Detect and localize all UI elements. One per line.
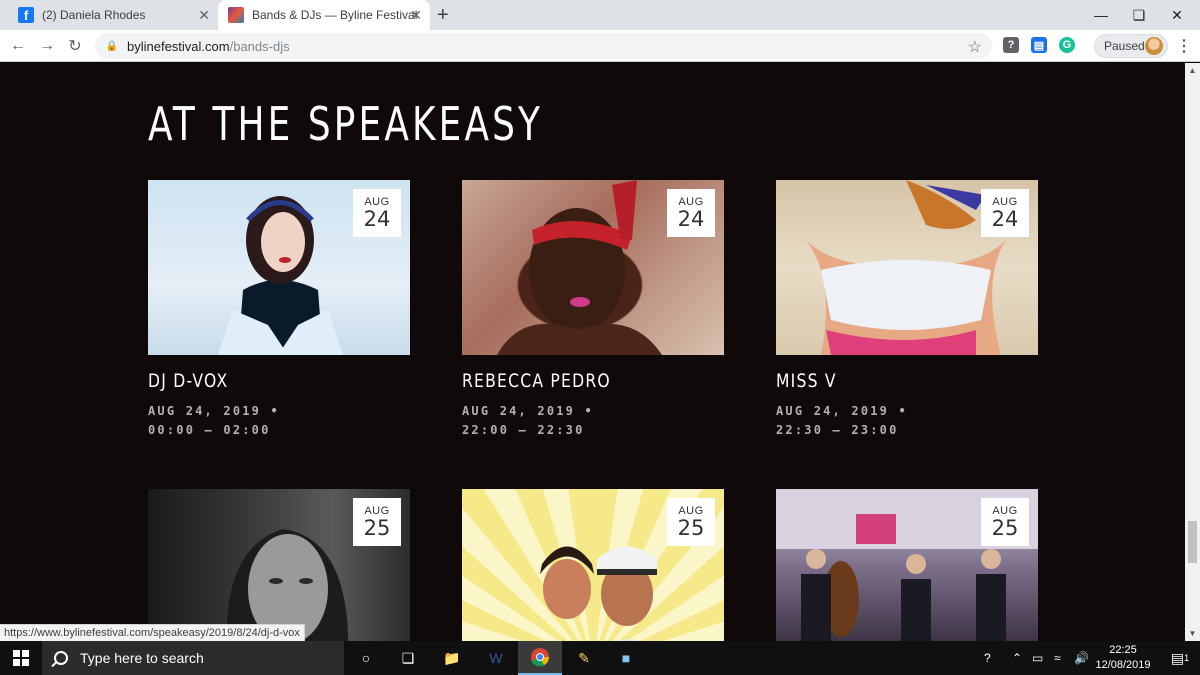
event-time: 22:00 – 22:30 <box>462 423 585 437</box>
facebook-icon: f <box>18 7 34 23</box>
date-badge: AUG 24 <box>667 189 715 237</box>
event-name[interactable]: DJ D-VOX <box>148 370 363 392</box>
event-image[interactable]: AUG 24 <box>776 180 1038 355</box>
date-badge-day: 25 <box>991 516 1019 540</box>
browser-toolbar: ← → ↻ 🔒 bylinefestival.com/bands-djs ☆ ?… <box>0 30 1200 62</box>
date-badge-day: 24 <box>677 207 705 231</box>
help-extension-icon[interactable]: ? <box>1003 37 1019 53</box>
page-content: AT THE SPEAKEASY AUG 24 DJ D-VOX AUG 24,… <box>0 63 1185 641</box>
event-meta: AUG 24, 2019 • 22:00 – 22:30 <box>462 402 724 440</box>
back-button[interactable]: ← <box>7 35 29 57</box>
task-view-icon[interactable]: ❏ <box>386 641 430 675</box>
event-card[interactable]: AUG 25 <box>148 489 410 641</box>
action-center-icon[interactable]: ▤ 1 <box>1160 641 1200 675</box>
reload-button[interactable]: ↻ <box>64 35 86 57</box>
tab-facebook[interactable]: f (2) Daniela Rhodes ✕ <box>0 0 218 30</box>
cortana-icon[interactable]: ○ <box>344 641 388 675</box>
event-card[interactable]: AUG 24 MISS V AUG 24, 2019 • 22:30 – 23:… <box>776 180 1038 440</box>
chrome-logo-icon <box>531 648 550 667</box>
event-image[interactable]: AUG 24 <box>148 180 410 355</box>
tab-strip: f (2) Daniela Rhodes ✕ Bands & DJs — Byl… <box>0 0 1200 30</box>
chrome-icon[interactable] <box>518 641 562 675</box>
profile-button[interactable]: Paused <box>1094 34 1168 58</box>
wifi-icon[interactable]: ≈ <box>1054 641 1061 675</box>
event-date: AUG 24, 2019 • <box>462 404 594 418</box>
profile-status: Paused <box>1104 39 1145 53</box>
forward-button[interactable]: → <box>36 35 58 57</box>
url-host: bylinefestival.com <box>127 38 230 54</box>
event-image[interactable]: AUG 25 <box>462 489 724 641</box>
windows-logo-icon <box>13 650 29 666</box>
tab-byline-festival[interactable]: Bands & DJs — Byline Festival ✕ <box>218 0 430 30</box>
show-hidden-icons-icon[interactable]: ⌃ <box>1012 641 1022 675</box>
url-path: /bands-djs <box>229 38 290 54</box>
clock-date: 12/08/2019 <box>1095 659 1151 671</box>
close-tab-icon[interactable]: ✕ <box>198 7 210 23</box>
avatar <box>1145 37 1163 55</box>
address-bar[interactable]: 🔒 bylinefestival.com/bands-djs ☆ <box>95 33 992 59</box>
date-badge-day: 24 <box>991 207 1019 231</box>
taskbar-search-box[interactable]: Type here to search <box>42 641 344 675</box>
start-button[interactable] <box>0 641 42 675</box>
date-badge: AUG 25 <box>353 498 401 546</box>
event-name[interactable]: REBECCA PEDRO <box>462 370 677 392</box>
event-image[interactable]: AUG 24 <box>462 180 724 355</box>
close-tab-icon[interactable]: ✕ <box>410 7 422 23</box>
scroll-thumb[interactable] <box>1188 521 1197 563</box>
date-badge-day: 24 <box>363 207 391 231</box>
tab-title: Bands & DJs — Byline Festival <box>252 8 418 22</box>
new-tab-button[interactable]: + <box>437 5 449 25</box>
bookmark-star-icon[interactable]: ☆ <box>968 37 982 57</box>
close-window-button[interactable]: ✕ <box>1154 0 1200 30</box>
tab-title: (2) Daniela Rhodes <box>42 8 146 22</box>
event-card[interactable]: AUG 24 DJ D-VOX AUG 24, 2019 • 00:00 – 0… <box>148 180 410 440</box>
windows-taskbar: Type here to search ○ ❏ 📁 W ✎ ■ ? ⌃ ▭ ≈ … <box>0 641 1200 675</box>
menu-icon[interactable]: ⋮ <box>1176 36 1192 56</box>
event-time: 22:30 – 23:00 <box>776 423 899 437</box>
event-card[interactable]: AUG 25 <box>776 489 1038 641</box>
link-status-bubble: https://www.bylinefestival.com/speakeasy… <box>0 624 305 641</box>
date-badge: AUG 25 <box>667 498 715 546</box>
taskbar-clock[interactable]: 22:25 12/08/2019 <box>1090 643 1156 673</box>
volume-icon[interactable]: 🔊 <box>1074 641 1089 675</box>
scroll-down-arrow-icon[interactable]: ▼ <box>1185 626 1200 641</box>
date-badge: AUG 24 <box>353 189 401 237</box>
extension-icon[interactable]: ▤ <box>1031 37 1047 53</box>
grammarly-icon[interactable]: G <box>1059 37 1075 53</box>
help-tray-icon[interactable]: ? <box>984 641 991 675</box>
lock-icon[interactable]: 🔒 <box>105 39 119 53</box>
page-scrollbar[interactable]: ▲ ▼ <box>1185 63 1200 641</box>
notification-count: 1 <box>1184 653 1190 663</box>
clock-time: 22:25 <box>1109 644 1137 656</box>
battery-icon[interactable]: ▭ <box>1032 641 1043 675</box>
date-badge: AUG 25 <box>981 498 1029 546</box>
word-icon[interactable]: W <box>474 641 518 675</box>
page-title: AT THE SPEAKEASY <box>148 97 544 151</box>
file-explorer-icon[interactable]: 📁 <box>430 641 474 675</box>
search-icon <box>54 651 68 665</box>
event-card[interactable]: AUG 25 <box>462 489 724 641</box>
app-icon[interactable]: ■ <box>604 641 648 675</box>
search-placeholder: Type here to search <box>80 650 204 666</box>
date-badge-day: 25 <box>677 516 705 540</box>
event-image[interactable]: AUG 25 <box>148 489 410 641</box>
event-image[interactable]: AUG 25 <box>776 489 1038 641</box>
event-meta: AUG 24, 2019 • 00:00 – 02:00 <box>148 402 410 440</box>
event-card[interactable]: AUG 24 REBECCA PEDRO AUG 24, 2019 • 22:0… <box>462 180 724 440</box>
sticky-notes-icon[interactable]: ✎ <box>562 641 606 675</box>
date-badge: AUG 24 <box>981 189 1029 237</box>
byline-festival-icon <box>228 7 244 23</box>
event-name[interactable]: MISS V <box>776 370 991 392</box>
event-time: 00:00 – 02:00 <box>148 423 271 437</box>
scroll-up-arrow-icon[interactable]: ▲ <box>1185 63 1200 78</box>
event-date: AUG 24, 2019 • <box>148 404 280 418</box>
date-badge-day: 25 <box>363 516 391 540</box>
event-date: AUG 24, 2019 • <box>776 404 908 418</box>
event-meta: AUG 24, 2019 • 22:30 – 23:00 <box>776 402 1038 440</box>
